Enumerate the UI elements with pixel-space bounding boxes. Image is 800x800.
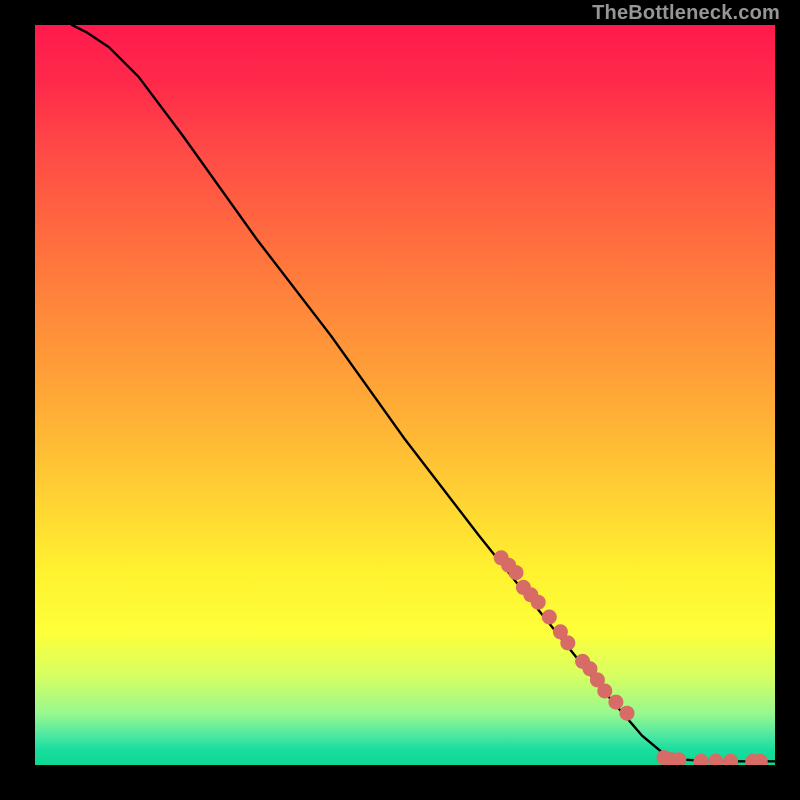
highlight-dot	[608, 695, 623, 710]
highlight-dot	[708, 754, 723, 765]
highlight-dot	[723, 754, 738, 765]
highlight-dot	[542, 610, 557, 625]
chart-frame: TheBottleneck.com	[0, 0, 800, 800]
highlight-dot	[694, 754, 709, 765]
highlight-dot	[509, 565, 524, 580]
highlight-dot	[560, 635, 575, 650]
curve-line	[72, 25, 775, 761]
highlight-dots-group	[494, 550, 768, 765]
highlight-dot	[620, 706, 635, 721]
watermark-text: TheBottleneck.com	[592, 2, 780, 25]
chart-overlay	[35, 25, 775, 765]
highlight-dot	[597, 684, 612, 699]
highlight-dot	[531, 595, 546, 610]
